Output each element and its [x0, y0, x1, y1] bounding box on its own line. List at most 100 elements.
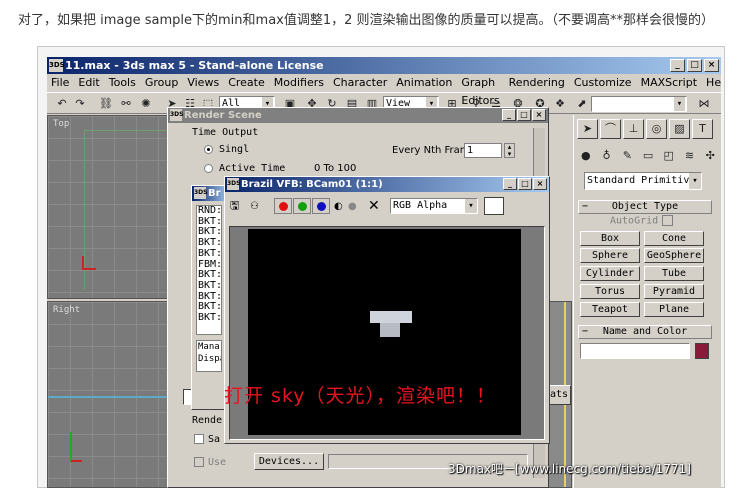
red-channel-button[interactable] — [274, 198, 292, 214]
viewport-grid — [48, 302, 171, 487]
radio-off-icon — [204, 163, 213, 173]
object-type-header: Object Type — [611, 201, 679, 212]
menu-animation[interactable]: Animation — [392, 74, 457, 92]
maximize-icon[interactable]: □ — [518, 178, 532, 190]
checkbox-icon — [194, 457, 204, 467]
redo-icon[interactable]: ↷ — [71, 96, 89, 112]
app-icon: 3DS — [49, 59, 65, 72]
link-icon[interactable]: ⛓ — [97, 96, 115, 112]
blue-dot-icon — [316, 201, 326, 211]
minimize-icon[interactable]: _ — [502, 109, 516, 121]
create-tab-arrow-icon[interactable]: ➤ — [577, 119, 598, 139]
red-dot-icon — [278, 201, 288, 211]
menu-graph-editors[interactable]: Graph Editors — [457, 74, 504, 107]
close-icon[interactable]: × — [704, 59, 719, 72]
every-nth-input[interactable]: 1 — [464, 143, 502, 158]
tube-button[interactable]: Tube — [644, 266, 704, 281]
close-icon[interactable]: × — [533, 178, 547, 190]
motion-tab-icon[interactable]: ◎ — [646, 119, 667, 139]
menu-customize[interactable]: Customize — [570, 74, 637, 92]
lights-icon[interactable]: ✎ — [618, 146, 636, 165]
background-color-swatch[interactable] — [484, 197, 504, 215]
green-channel-button[interactable] — [293, 198, 311, 214]
use-device-label: Use — [208, 457, 227, 468]
name-color-rollout[interactable]: − Name and Color — [578, 325, 712, 339]
autogrid-checkbox[interactable]: AutoGrid — [610, 215, 673, 227]
channel-dropdown[interactable]: RGB Alpha ▾ — [390, 198, 478, 214]
viewport-label-top: Top — [53, 119, 70, 129]
undo-icon[interactable]: ↶ — [53, 96, 71, 112]
devices-button[interactable]: Devices... — [254, 453, 324, 470]
clone-icon[interactable]: ⚇ — [250, 201, 264, 212]
plane-button[interactable]: Plane — [644, 302, 704, 317]
unlink-icon[interactable]: ⚯ — [117, 96, 135, 112]
cone-button[interactable]: Cone — [644, 231, 704, 246]
shapes-icon[interactable]: ♁ — [598, 146, 616, 165]
save-icon[interactable]: 🖫 — [230, 197, 244, 216]
maximize-icon[interactable]: □ — [517, 109, 531, 121]
object-name-field[interactable] — [580, 343, 690, 359]
teapot-button[interactable]: Teapot — [580, 302, 640, 317]
helpers-icon[interactable]: ◰ — [660, 146, 678, 165]
cylinder-button[interactable]: Cylinder — [580, 266, 640, 281]
save-file-label: Sa — [208, 434, 221, 445]
single-radio[interactable]: Singl — [204, 144, 249, 155]
vfb-titlebar[interactable]: 3DS Brazil VFB: BCam01 (1:1) _ □ × — [225, 177, 549, 192]
minimize-icon[interactable]: _ — [670, 59, 685, 72]
active-time-radio[interactable]: Active Time — [204, 163, 285, 174]
viewport-right[interactable]: Right — [47, 301, 172, 488]
brazil-console-log: RND: BKT: BKT: BKT: BKT: FBM: BKT: BKT: … — [196, 205, 222, 335]
toolbar-more-icon[interactable]: ⋈ — [695, 96, 713, 112]
primitive-category-dropdown[interactable]: Standard Primitiv — [584, 172, 702, 190]
menu-tools[interactable]: Tools — [105, 74, 141, 92]
systems-icon[interactable]: ✣ — [701, 146, 719, 165]
close-icon[interactable]: × — [532, 109, 546, 121]
bind-spacewarp-icon[interactable]: ✺ — [137, 96, 155, 112]
menu-group[interactable]: Group — [141, 74, 184, 92]
grid-axis-lines — [84, 130, 171, 290]
spacewarps-icon[interactable]: ≋ — [681, 146, 699, 165]
mono-channel-icon[interactable]: ● — [348, 201, 362, 212]
pyramid-button[interactable]: Pyramid — [644, 284, 704, 299]
save-file-checkbox[interactable]: Sa — [194, 434, 220, 445]
quick-render-icon[interactable]: ❖ — [551, 96, 569, 112]
chevron-down-icon: ▾ — [465, 199, 477, 213]
box-button[interactable]: Box — [580, 231, 640, 246]
menu-views[interactable]: Views — [183, 74, 224, 92]
utilities-tab-icon[interactable]: T — [692, 119, 713, 139]
display-tab-icon[interactable]: ▨ — [669, 119, 690, 139]
clear-icon[interactable]: ✕ — [368, 198, 384, 214]
every-nth-spinner-icon[interactable]: ▴ ▾ — [504, 143, 515, 158]
geosphere-button[interactable]: GeoSphere — [644, 248, 704, 263]
named-selection-dropdown[interactable] — [591, 96, 687, 112]
menu-file[interactable]: File — [47, 74, 74, 92]
caption-text: 对了，如果把 image sample下的min和max值调整1，2 则渲染输出… — [18, 13, 715, 28]
command-panel: ➤ ⌒ ⊥ ◎ ▨ T ● ♁ ✎ ▭ ◰ ≋ ✣ Standard Primi… — [573, 115, 721, 488]
hierarchy-tab-icon[interactable]: ⊥ — [623, 119, 644, 139]
max-titlebar[interactable]: 3DS 11.max - 3ds max 5 - Stand-alone Lic… — [47, 57, 721, 74]
minimize-icon[interactable]: _ — [503, 178, 517, 190]
render-scene-titlebar[interactable]: 3DS Render Scene _ □ × — [168, 108, 548, 123]
menu-character[interactable]: Character — [329, 74, 392, 92]
menu-rendering[interactable]: Rendering — [505, 74, 570, 92]
menu-help[interactable]: Help — [702, 74, 721, 92]
object-color-swatch[interactable] — [695, 343, 709, 359]
modify-tab-icon[interactable]: ⌒ — [600, 119, 621, 139]
select-named-icon[interactable]: ⬈ — [573, 96, 591, 112]
cameras-icon[interactable]: ▭ — [639, 146, 657, 165]
sphere-button[interactable]: Sphere — [580, 248, 640, 263]
use-device-checkbox[interactable]: Use — [194, 457, 226, 468]
geometry-icon[interactable]: ● — [577, 146, 595, 165]
vfb-toolbar: 🖫 ⚇ ◐ ● ✕ RGB Alpha ▾ — [230, 196, 546, 216]
torus-button[interactable]: Torus — [580, 284, 640, 299]
status-line: Mana — [198, 342, 220, 352]
object-type-rollout[interactable]: − Object Type — [578, 200, 712, 214]
blue-channel-button[interactable] — [312, 198, 330, 214]
menu-modifiers[interactable]: Modifiers — [270, 74, 329, 92]
menu-maxscript[interactable]: MAXScript — [637, 74, 702, 92]
menu-create[interactable]: Create — [224, 74, 270, 92]
menu-edit[interactable]: Edit — [74, 74, 104, 92]
maximize-icon[interactable]: □ — [687, 59, 702, 72]
alpha-channel-icon[interactable]: ◐ — [334, 201, 348, 212]
viewport-top[interactable]: Top — [47, 115, 172, 299]
